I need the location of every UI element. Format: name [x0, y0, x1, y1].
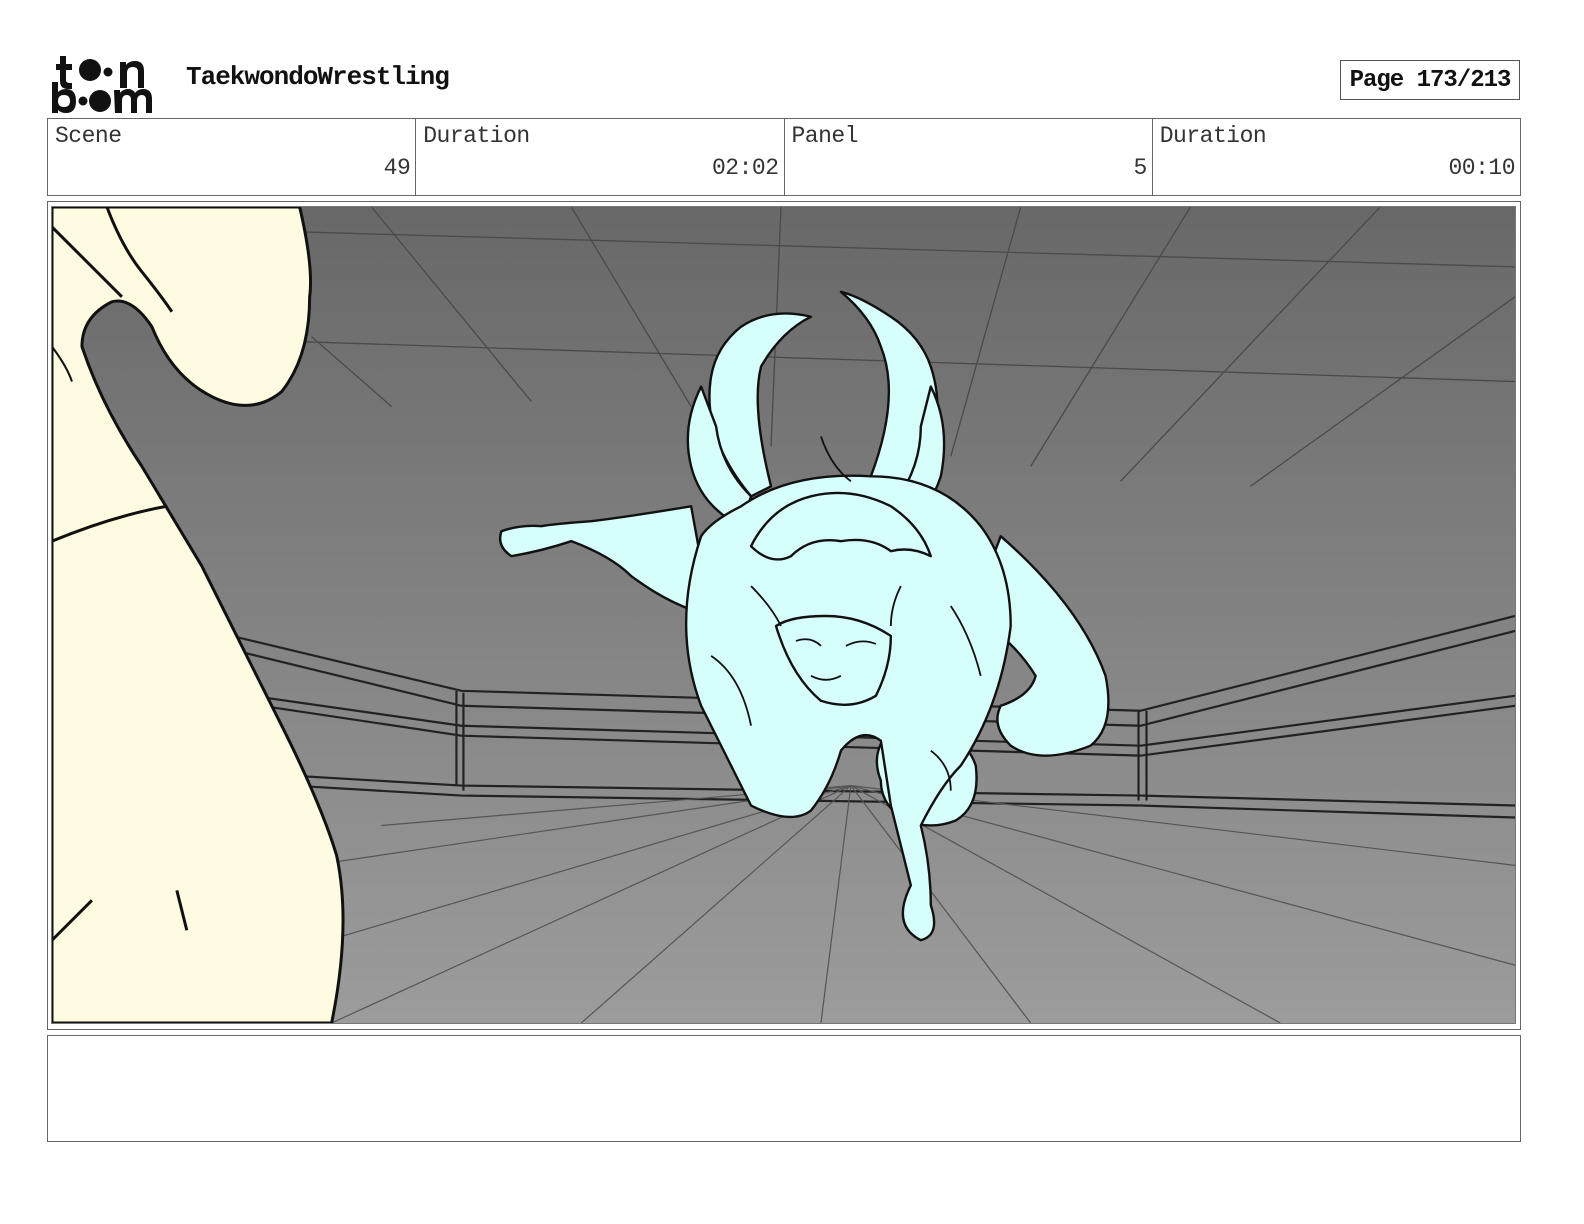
panel-value: 5 [1133, 155, 1147, 181]
scene-value: 49 [383, 155, 411, 181]
toon-boom-logo [50, 50, 165, 114]
scene-duration-value: 02:02 [711, 155, 779, 181]
panel-notes-box[interactable] [47, 1035, 1521, 1142]
project-title: TaekwondoWrestling [186, 62, 450, 92]
panel-label: Panel [791, 123, 859, 149]
storyboard-panel-frame [47, 201, 1521, 1030]
scene-duration-cell: Duration 02:02 [416, 119, 785, 195]
wrestling-ring-illustration [52, 207, 1515, 1023]
panel-info-row: Scene 49 Duration 02:02 Panel 5 Duration… [47, 118, 1521, 196]
panel-cell: Panel 5 [785, 119, 1153, 195]
scene-label: Scene [55, 123, 122, 149]
page-number: Page 173/213 [1340, 60, 1520, 100]
logo-icon [52, 56, 152, 113]
panel-duration-cell: Duration 00:10 [1153, 119, 1520, 195]
storyboard-drawing [51, 206, 1516, 1024]
panel-duration-label: Duration [1159, 123, 1267, 149]
scene-cell: Scene 49 [48, 119, 417, 195]
panel-duration-value: 00:10 [1448, 155, 1515, 181]
scene-duration-label: Duration [423, 123, 530, 149]
